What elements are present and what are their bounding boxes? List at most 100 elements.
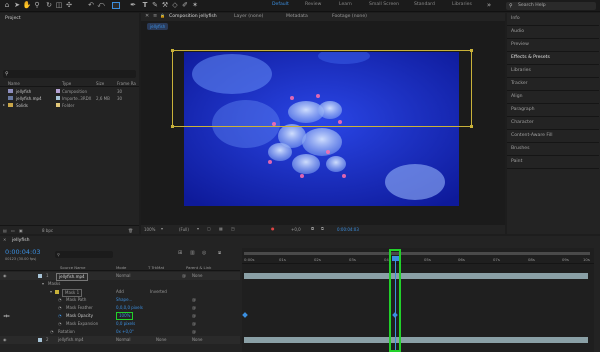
mask-expansion-row[interactable]: ◔ Mask Expansion 0,0 pixels @ [0, 320, 240, 328]
stopwatch-icon[interactable]: ◔ [58, 320, 62, 328]
motion-blur-icon[interactable]: ◎ [202, 250, 206, 256]
workspace-learn[interactable]: Learn [339, 2, 352, 7]
search-help[interactable]: ⚲ Search Help [506, 2, 596, 10]
panel-brushes[interactable]: Brushes [507, 143, 599, 156]
redo-icon[interactable]: ⤺ [96, 0, 106, 10]
frame-blend-icon[interactable]: ▥ [190, 250, 195, 256]
mask-feather-value[interactable]: 0,0,0,0 pixels [116, 304, 143, 312]
pickwhip-icon[interactable]: @ [192, 296, 196, 304]
text-tool-icon[interactable]: T [140, 0, 150, 10]
menu-icon[interactable]: ≡ [153, 13, 157, 19]
layer-mode-dropdown[interactable]: Normal [116, 272, 130, 280]
layer-name[interactable]: jellyfish.mp4 [58, 336, 84, 344]
project-item-jellyfish-mp4[interactable]: jellyfish.mp4 Importe..3RDX 2,6 MB 30 [0, 95, 139, 102]
undo-icon[interactable]: ↶ [86, 0, 96, 10]
eye-icon[interactable]: ◉ [3, 272, 7, 280]
panel-info[interactable]: Info [507, 13, 599, 26]
panel-paragraph[interactable]: Paragraph [507, 104, 599, 117]
trkmat-dropdown[interactable]: None [156, 336, 166, 344]
close-icon[interactable]: ✕ [145, 13, 149, 19]
workspace-small-screen[interactable]: Small Screen [369, 2, 399, 7]
layer-label-color[interactable] [38, 274, 42, 278]
pen-tool-icon[interactable]: ✒ [128, 0, 138, 10]
project-item-jellyfish-comp[interactable]: jellyfish Composition 30 [0, 88, 139, 95]
pickwhip-icon[interactable]: @ [192, 320, 196, 328]
snapshot-icon[interactable]: ◘ [311, 226, 314, 231]
stopwatch-icon[interactable]: ◔ [58, 304, 62, 312]
rectangle-mask-tool-icon[interactable] [112, 2, 120, 9]
work-area-bar[interactable] [244, 252, 590, 255]
panel-paint[interactable]: Paint [507, 156, 599, 169]
zoom-dropdown[interactable]: 100% [144, 227, 155, 232]
panel-audio[interactable]: Audio [507, 26, 599, 39]
mask-outline[interactable] [171, 49, 473, 128]
rotation-value[interactable]: 0x +0,0° [116, 328, 134, 336]
chevron-down-icon[interactable]: ▾ [50, 288, 52, 296]
project-search-field[interactable]: ⚲ [3, 70, 136, 78]
tab-composition[interactable]: Composition jellyfish [169, 14, 217, 19]
mask-feather-row[interactable]: ◔ Mask Feather 0,0,0,0 pixels @ [0, 304, 240, 312]
tab-layer[interactable]: Layer (none) [234, 14, 263, 19]
layer-row-2[interactable]: ◉ 2 jellyfish.mp4 Normal None None [0, 336, 240, 344]
timeline-timecode[interactable]: 0:00:04:03 [5, 248, 41, 256]
project-item-solids[interactable]: ▸ Solids Folder [0, 102, 139, 109]
pickwhip-icon[interactable]: @ [192, 312, 196, 320]
delete-icon[interactable]: 🗑 [128, 226, 133, 235]
panel-libraries[interactable]: Libraries [507, 65, 599, 78]
region-of-interest-icon[interactable]: ▢ [207, 226, 211, 231]
mask-opacity-value[interactable]: 100% [116, 312, 134, 320]
time-ruler[interactable]: 0:00s 01s 02s 03s 04s 05s 06s 07s 08s 09… [242, 256, 594, 264]
home-icon[interactable]: ⌂ [2, 0, 12, 10]
mask-inverted-checkbox[interactable]: Inverted [150, 288, 167, 296]
workspace-default[interactable]: Default [272, 2, 289, 7]
keyframe-nav-icon[interactable]: ◂◆▸ [3, 312, 10, 320]
stopwatch-icon[interactable]: ◔ [50, 328, 54, 336]
label-color-chip[interactable] [56, 89, 60, 93]
panel-content-aware-fill[interactable]: Content-Aware Fill [507, 130, 599, 143]
stopwatch-icon[interactable]: ◔ [58, 296, 62, 304]
new-comp-icon[interactable]: ▣ [19, 226, 23, 235]
mask-visibility-icon[interactable]: ◳ [231, 226, 235, 231]
mask-vertex-tl[interactable] [171, 49, 174, 52]
stopwatch-active-icon[interactable]: ◔ [58, 312, 62, 320]
layer-2-duration-bar[interactable] [244, 337, 588, 343]
comp-name-chip[interactable]: jellyfish [147, 23, 169, 30]
close-icon[interactable]: ✕ [3, 237, 6, 242]
puppet-tool-icon[interactable]: ✶ [190, 0, 200, 10]
workspace-standard[interactable]: Standard [414, 2, 435, 7]
rotation-row[interactable]: ◔ Rotation 0x +0,0° @ [0, 328, 240, 336]
panel-effects-presets[interactable]: Effects & Presets [507, 52, 599, 65]
stamp-tool-icon[interactable]: ⚒ [160, 0, 170, 10]
selection-tool-icon[interactable]: ➤ [12, 0, 22, 10]
panel-character[interactable]: Character [507, 117, 599, 130]
solo-switch-icon[interactable]: ⊞ [178, 250, 182, 256]
header-mode[interactable]: Mode [116, 265, 126, 270]
chevron-right-icon[interactable]: ▸ [3, 102, 5, 107]
bit-depth-label[interactable]: 8 bpc [42, 228, 53, 233]
camera-tool-icon[interactable]: ◫ [54, 0, 64, 10]
panel-align[interactable]: Align [507, 91, 599, 104]
brush-tool-icon[interactable]: ✎ [150, 0, 160, 10]
mask-1-row[interactable]: ▾ Mask 1 Add Inverted [0, 288, 240, 297]
header-trkmat[interactable]: T TrkMat [148, 265, 164, 270]
tab-metadata[interactable]: Metadata [286, 14, 308, 19]
mask-path-row[interactable]: ◔ Mask Path Shape... @ [0, 296, 240, 304]
pickwhip-icon[interactable]: @ [192, 328, 196, 336]
parent-dropdown[interactable]: None [192, 336, 202, 344]
workspace-review[interactable]: Review [305, 2, 321, 7]
workspace-libraries[interactable]: Libraries [452, 2, 472, 7]
mask-vertex-br[interactable] [470, 125, 473, 128]
hand-tool-icon[interactable]: ✋ [22, 0, 32, 10]
chevron-down-icon[interactable]: ▾ [42, 280, 44, 288]
keyframe-start[interactable] [242, 312, 248, 318]
transparency-grid-icon[interactable]: ▦ [219, 226, 223, 231]
color-channels-icon[interactable]: ● [271, 226, 275, 231]
column-name[interactable]: Name [8, 81, 20, 86]
tab-footage[interactable]: Footage (none) [332, 14, 367, 19]
rotate-tool-icon[interactable]: ↻ [44, 0, 54, 10]
mask-opacity-row[interactable]: ◂◆▸ ◔ Mask Opacity 100% @ [0, 312, 240, 320]
new-folder-icon[interactable]: ▭ [11, 226, 15, 235]
timeline-search-field[interactable]: ⚲ [55, 251, 113, 258]
graph-editor-icon[interactable]: ⧈ [218, 250, 221, 256]
column-type[interactable]: Type [62, 81, 71, 86]
